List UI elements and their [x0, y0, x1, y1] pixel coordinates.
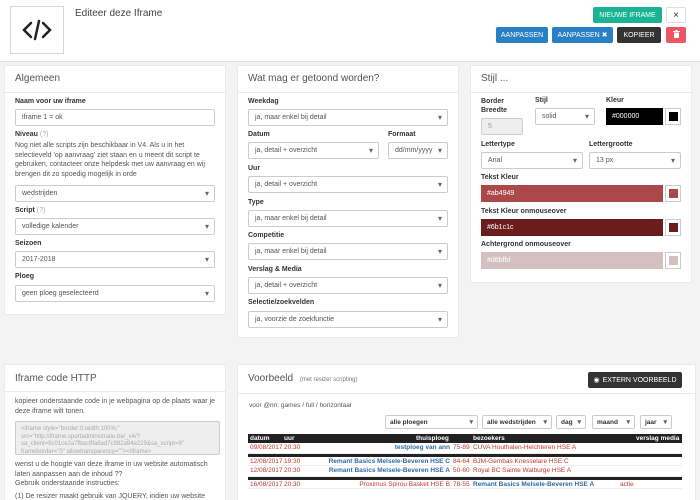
script-label: Script (?) — [15, 207, 46, 214]
achtergrond-label: Achtergrond onmouseover — [481, 241, 571, 248]
verslag-select[interactable]: ja, detail + overzicht — [248, 277, 448, 294]
table-row[interactable]: 16/08/2017 20:30 Proximus Spirou Basket … — [248, 477, 682, 489]
type-select[interactable]: ja, maar enkel bij detail — [248, 210, 448, 227]
text-hover-color-swatch[interactable] — [665, 219, 681, 236]
niveau-help-text: Nog niet alle scripts zijn beschikbaar i… — [15, 142, 205, 178]
text-color-swatch[interactable] — [665, 185, 681, 202]
copy-button[interactable]: KOPIEER — [617, 27, 661, 43]
top-bar: Editeer deze Iframe NIEUWE IFRAME × AANP… — [0, 0, 700, 62]
divider — [471, 92, 691, 93]
script-select[interactable]: volledige kalender — [15, 218, 215, 235]
page-title: Editeer deze Iframe — [75, 8, 163, 19]
divider — [238, 393, 695, 394]
filter-ploegen[interactable]: alle ploegen — [385, 415, 478, 429]
stijl-title: Stijl ... — [481, 73, 509, 84]
resize-question: wenst u de hoogte van deze iframe in uw … — [15, 461, 208, 478]
algemeen-title: Algemeen — [15, 73, 61, 84]
formaat-label: Formaat — [388, 131, 416, 138]
text-hover-color-input[interactable]: #6b1c1c — [481, 219, 663, 236]
embed-code-box[interactable]: <iframe style="border:0;width:100%;" src… — [15, 421, 220, 455]
seizoen-select[interactable]: 2017-2018 — [15, 251, 215, 268]
lettergrootte-label: Lettergrootte — [589, 141, 633, 148]
niveau-select[interactable]: wedstrijden — [15, 185, 215, 202]
save-close-button[interactable]: AANPASSEN ✖ — [552, 27, 613, 43]
filter-jaar[interactable]: jaar — [640, 415, 672, 429]
games-table: datum uur thuisploeg bezoekers verslag m… — [248, 434, 682, 489]
globe-icon: ◉ — [593, 377, 600, 384]
tekst-onm-label: Tekst Kleur onmouseover — [481, 208, 567, 215]
stijl-panel: Stijl ... Border Breedte 5 Stijl solid K… — [470, 65, 692, 283]
kleur-label: Kleur — [606, 97, 624, 104]
divider — [238, 92, 458, 93]
name-label: Naam voor uw iframe — [15, 98, 86, 105]
getoond-panel: Wat mag er getoond worden? Weekdag ja, m… — [237, 65, 459, 338]
selectie-label: Selectie/zoekvelden — [248, 299, 315, 306]
verslag-label: Verslag & Media — [248, 266, 302, 273]
getoond-title: Wat mag er getoond worden? — [248, 73, 380, 84]
ploeg-label: Ploeg — [15, 273, 35, 280]
voorbeeld-title: Voorbeeld (met resizer scripting) — [248, 373, 358, 384]
resize-step-1: (1) De resizer maakt gebruik van JQUERY,… — [15, 493, 205, 500]
table-row[interactable]: 12/08/2017 19:30 Remant Basics Melsele-B… — [248, 454, 682, 466]
font-family-select[interactable]: Arial — [481, 152, 583, 169]
tekst-kleur-label: Tekst Kleur — [481, 174, 519, 181]
filter-dag[interactable]: dag — [556, 415, 586, 429]
table-row[interactable]: 09/08/2017 20:30 testploeg van ann 75-89… — [248, 443, 682, 454]
voorbeeld-subtitle: (met resizer scripting) — [299, 377, 358, 383]
bg-hover-color-input[interactable]: #d6bfbf — [481, 252, 663, 269]
selectie-select[interactable]: ja, voorzie de zoekfunctie — [248, 311, 448, 328]
stijl-label: Stijl — [535, 97, 548, 104]
copy-instructions: kopieer onderstaande code in je webpagin… — [15, 398, 216, 415]
uur-label: Uur — [248, 165, 261, 172]
lettertype-label: Lettertype — [481, 141, 515, 148]
competitie-select[interactable]: ja, maar enkel bij detail — [248, 243, 448, 260]
filter-wedstrijden[interactable]: alle wedstrijden — [482, 415, 552, 429]
filter-maand[interactable]: maand — [592, 415, 635, 429]
voorbeeld-breadcrumb: voor @nn: games / full / horizontaal — [249, 402, 352, 409]
table-row[interactable]: 12/08/2017 20:30 Remant Basics Melsele-B… — [248, 466, 682, 477]
close-button[interactable]: × — [666, 7, 686, 23]
type-label: Type — [248, 199, 264, 206]
uur-select[interactable]: ja, detail + overzicht — [248, 176, 448, 193]
table-header: datum uur thuisploeg bezoekers verslag m… — [248, 434, 682, 443]
border-color-input[interactable]: #000000 — [606, 108, 663, 125]
border-color-swatch[interactable] — [665, 108, 681, 125]
delete-button[interactable] — [666, 27, 686, 43]
algemeen-panel: Algemeen Naam voor uw iframe iframe 1 = … — [4, 65, 226, 315]
seizoen-label: Seizoen — [15, 240, 42, 247]
text-color-input[interactable]: #ab4949 — [481, 185, 663, 202]
bg-hover-color-swatch[interactable] — [665, 252, 681, 269]
border-label: Border Breedte — [481, 98, 508, 114]
border-style-select[interactable]: solid — [535, 108, 595, 125]
niveau-label: Niveau (?) — [15, 131, 49, 138]
code-icon — [10, 6, 64, 54]
help-icon: (?) — [36, 207, 46, 214]
divider — [5, 391, 225, 392]
font-size-select[interactable]: 13 px — [589, 152, 681, 169]
datum-select[interactable]: ja, detail + overzicht — [248, 142, 379, 159]
resize-instructions-label: Gebruik onderstaande instructies: — [15, 480, 120, 487]
competitie-label: Competitie — [248, 232, 285, 239]
save-button[interactable]: AANPASSEN — [496, 27, 548, 43]
new-iframe-button[interactable]: NIEUWE IFRAME — [593, 7, 662, 23]
iframe-code-title: Iframe code HTTP — [15, 373, 97, 384]
ploeg-select[interactable]: geen ploeg geselecteerd — [15, 285, 215, 302]
datum-label: Datum — [248, 131, 270, 138]
iframe-code-panel: Iframe code HTTP kopieer onderstaande co… — [4, 364, 226, 500]
trash-icon — [672, 30, 680, 40]
border-width-input[interactable]: 5 — [481, 118, 523, 135]
formaat-select[interactable]: dd/mm/yyyy — [388, 142, 448, 159]
weekdag-label: Weekdag — [248, 98, 279, 105]
weekdag-select[interactable]: ja, maar enkel bij detail — [248, 109, 448, 126]
divider — [5, 92, 225, 93]
extern-voorbeeld-button[interactable]: ◉ EXTERN VOORBEELD — [588, 372, 682, 388]
help-icon: (?) — [39, 131, 49, 138]
iframe-name-input[interactable]: iframe 1 = ok — [15, 109, 215, 126]
